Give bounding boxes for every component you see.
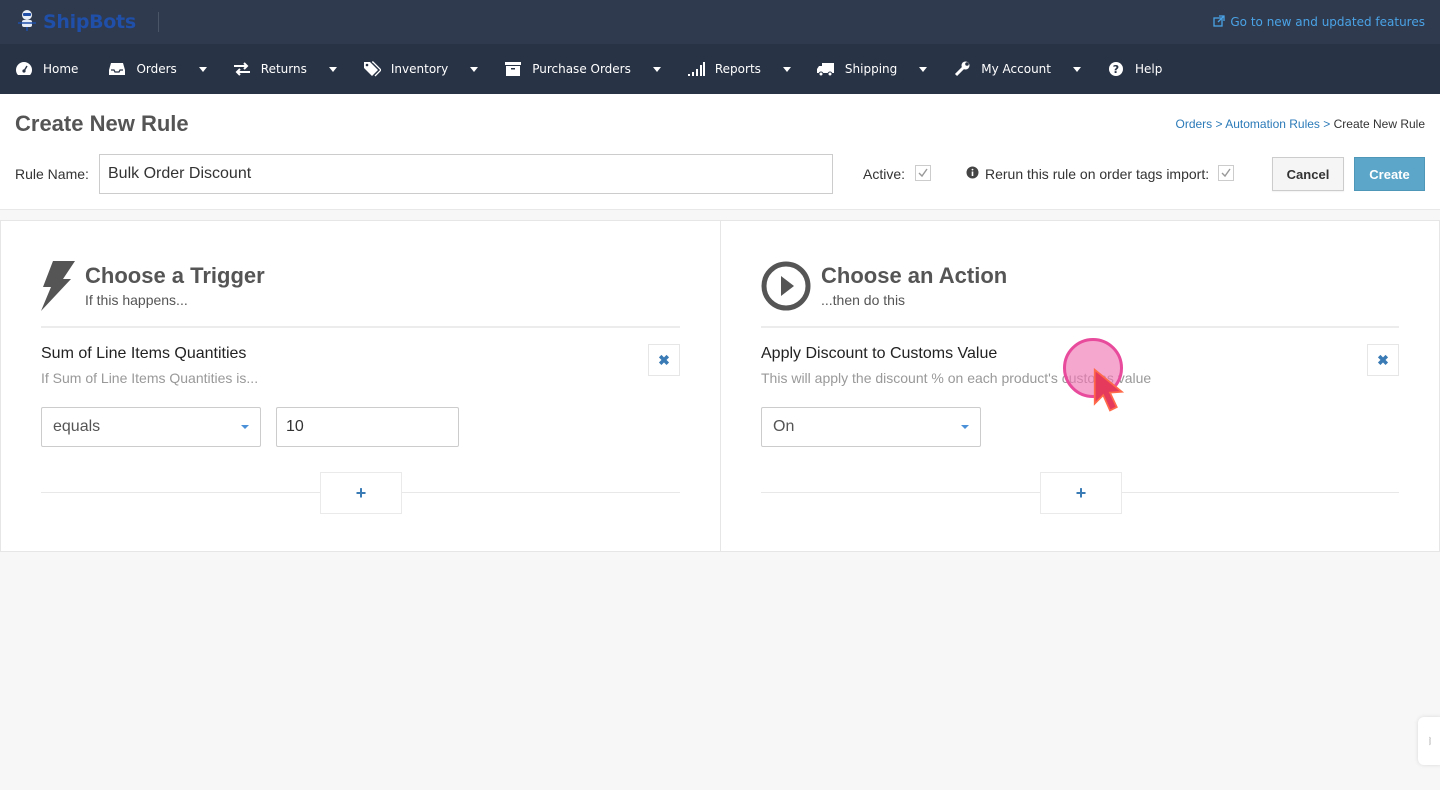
svg-text:?: ? xyxy=(1113,63,1119,76)
nav-orders-label: Orders xyxy=(136,62,177,76)
page-header: Create New Rule Orders > Automation Rule… xyxy=(0,94,1440,210)
truck-icon xyxy=(816,60,835,78)
lightning-bolt-icon xyxy=(41,261,75,316)
add-trigger-button[interactable]: + xyxy=(320,472,402,514)
chevron-down-icon[interactable] xyxy=(782,66,791,72)
side-widget-handle[interactable]: ⧘ xyxy=(1418,717,1440,765)
chevron-down-icon[interactable] xyxy=(328,66,337,72)
plus-icon: + xyxy=(1075,482,1087,503)
mouse-cursor-icon xyxy=(1093,367,1129,431)
trigger-value-input[interactable] xyxy=(276,407,459,447)
rule-name-input[interactable] xyxy=(99,154,833,194)
cancel-button[interactable]: Cancel xyxy=(1272,157,1344,191)
remove-action-button[interactable]: ✖ xyxy=(1367,344,1399,376)
trigger-condition-title: Sum of Line Items Quantities xyxy=(41,345,247,362)
brand-divider xyxy=(157,12,159,32)
action-title: Choose an Action xyxy=(821,263,1008,288)
trigger-panel: Choose a Trigger If this happens... Sum … xyxy=(1,221,720,551)
trigger-condition-subtitle: If Sum of Line Items Quantities is... xyxy=(41,370,259,386)
nav-shipping[interactable]: Shipping xyxy=(816,44,953,94)
checkmark-icon xyxy=(1221,168,1231,178)
nav-my-account-label: My Account xyxy=(981,62,1051,76)
info-circle-icon[interactable] xyxy=(966,166,979,182)
top-bar: ShipBots Go to new and updated features xyxy=(0,0,1440,44)
action-value: On xyxy=(773,418,795,435)
caret-down-icon xyxy=(241,425,249,429)
plus-icon: + xyxy=(355,482,367,503)
active-checkbox[interactable] xyxy=(915,165,931,181)
operator-select[interactable]: equals xyxy=(41,407,261,447)
nav-inventory[interactable]: Inventory xyxy=(363,44,504,94)
rerun-checkbox[interactable] xyxy=(1218,165,1234,181)
action-subtitle: ...then do this xyxy=(821,292,906,308)
page-title: Create New Rule xyxy=(15,111,189,136)
nav-my-account[interactable]: My Account xyxy=(953,44,1107,94)
nav-purchase-orders-label: Purchase Orders xyxy=(532,62,631,76)
breadcrumb: Orders > Automation Rules > Create New R… xyxy=(1176,117,1426,131)
breadcrumb-current: Create New Rule xyxy=(1333,117,1425,131)
nav-reports[interactable]: Reports xyxy=(687,44,817,94)
signal-bars-icon xyxy=(687,60,705,78)
external-link-icon xyxy=(1213,14,1226,30)
breadcrumb-sep: > xyxy=(1215,117,1226,131)
exchange-icon xyxy=(233,60,251,78)
archive-box-icon xyxy=(504,60,522,78)
brand[interactable]: ShipBots xyxy=(17,9,159,36)
nav-home-label: Home xyxy=(43,62,79,76)
close-icon: ✖ xyxy=(1377,351,1389,368)
brand-name: ShipBots xyxy=(43,11,136,33)
add-action-button[interactable]: + xyxy=(1040,472,1122,514)
robot-logo-icon xyxy=(17,9,37,36)
nav-shipping-label: Shipping xyxy=(844,62,898,76)
new-features-link[interactable]: Go to new and updated features xyxy=(1213,14,1425,30)
breadcrumb-automation-rules[interactable]: Automation Rules xyxy=(1225,117,1320,131)
trigger-title: Choose a Trigger xyxy=(85,263,265,288)
rule-builder: Choose a Trigger If this happens... Sum … xyxy=(0,220,1440,552)
breadcrumb-orders[interactable]: Orders xyxy=(1176,117,1213,131)
chevron-down-icon[interactable] xyxy=(1073,66,1081,72)
breadcrumb-sep: > xyxy=(1323,117,1334,131)
rerun-label: Rerun this rule on order tags import: xyxy=(985,166,1210,182)
tags-icon xyxy=(363,60,381,78)
play-circle-icon xyxy=(761,261,811,316)
create-button[interactable]: Create xyxy=(1354,157,1425,191)
dashboard-icon xyxy=(15,60,33,78)
divider xyxy=(761,326,1399,328)
chevron-down-icon[interactable] xyxy=(652,66,661,72)
resize-icon: ⧘ xyxy=(1428,733,1432,748)
nav-orders[interactable]: Orders xyxy=(108,44,232,94)
new-features-label: Go to new and updated features xyxy=(1230,15,1425,29)
rerun-option: Rerun this rule on order tags import: xyxy=(966,166,1209,182)
remove-trigger-button[interactable]: ✖ xyxy=(648,344,680,376)
nav-reports-label: Reports xyxy=(714,62,761,76)
inbox-icon xyxy=(108,60,126,78)
nav-returns-label: Returns xyxy=(260,62,307,76)
close-icon: ✖ xyxy=(658,351,670,368)
caret-down-icon xyxy=(961,425,969,429)
active-label: Active: xyxy=(863,166,906,182)
chevron-down-icon[interactable] xyxy=(919,66,928,72)
checkmark-icon xyxy=(918,168,928,178)
operator-value: equals xyxy=(53,418,101,435)
nav-inventory-label: Inventory xyxy=(390,62,449,76)
action-value-select[interactable]: On xyxy=(761,407,981,447)
chevron-down-icon[interactable] xyxy=(470,66,479,72)
main-nav: Home Orders Returns Inventory Purchase O… xyxy=(0,44,1440,94)
wrench-icon xyxy=(953,60,971,78)
nav-home[interactable]: Home xyxy=(15,44,108,94)
nav-purchase-orders[interactable]: Purchase Orders xyxy=(504,44,687,94)
rule-name-label: Rule Name: xyxy=(15,166,89,182)
action-item-title: Apply Discount to Customs Value xyxy=(761,345,998,362)
nav-returns[interactable]: Returns xyxy=(233,44,363,94)
chevron-down-icon[interactable] xyxy=(198,66,207,72)
nav-help-label: Help xyxy=(1135,62,1163,76)
nav-help[interactable]: ? Help xyxy=(1107,44,1162,94)
divider xyxy=(41,326,680,328)
question-circle-icon: ? xyxy=(1107,60,1125,78)
trigger-subtitle: If this happens... xyxy=(85,292,188,308)
